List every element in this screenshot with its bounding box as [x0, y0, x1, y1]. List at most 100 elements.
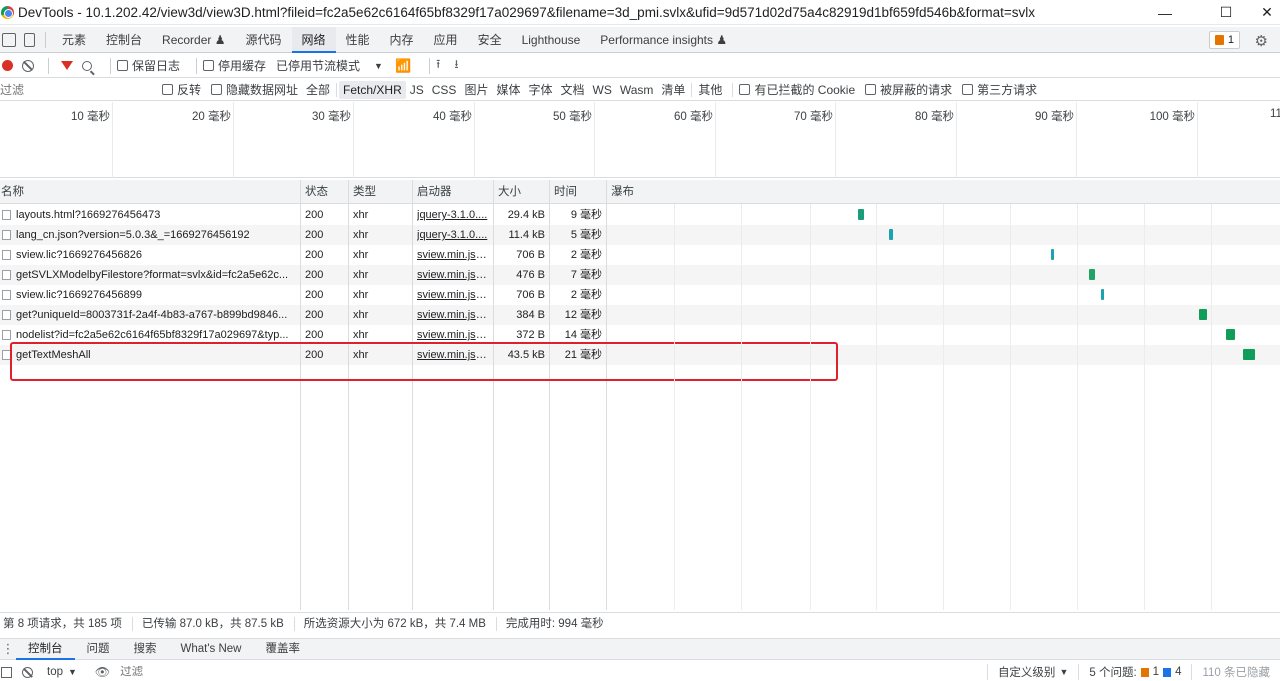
blocked-requests-checkbox[interactable]: 被屏蔽的请求 [865, 81, 952, 98]
column-header-waterfall[interactable]: 瀑布 [607, 180, 707, 204]
table-row[interactable]: lang_cn.json?version=5.0.3&_=16692764561… [0, 225, 1280, 245]
type-filter-6[interactable]: 字体 [524, 81, 556, 99]
column-header-type[interactable]: 类型 [349, 180, 411, 204]
tab-9[interactable]: Lighthouse [512, 27, 591, 53]
table-row[interactable]: sview.lic?1669276456899 200 xhr sview.min.j… [0, 285, 1280, 305]
timeline-tick-label: 100 毫秒 [1149, 111, 1195, 123]
search-icon[interactable] [82, 60, 92, 71]
gear-icon[interactable]: ⚙ [1255, 32, 1268, 50]
type-filter-9[interactable]: Wasm [616, 81, 658, 99]
checkbox-box[interactable] [162, 84, 173, 95]
log-levels-select[interactable]: 自定义级别 ▼ [986, 664, 1078, 680]
drawer-tab-3[interactable]: What's New [169, 638, 254, 660]
type-filter-2[interactable]: JS [406, 81, 428, 99]
clear-icon[interactable] [22, 59, 34, 72]
clear-console-icon[interactable] [22, 666, 33, 678]
type-filter-7[interactable]: 文档 [556, 81, 588, 99]
request-initiator[interactable]: sview.min.js?... [417, 265, 490, 285]
checkbox-box[interactable] [203, 60, 215, 71]
tab-3[interactable]: 源代码 [235, 27, 291, 53]
tab-5[interactable]: 性能 [336, 27, 380, 53]
timeline-overview[interactable]: 10 毫秒 20 毫秒 30 毫秒 40 毫秒 50 毫秒 60 毫秒 70 毫秒 80 毫秒… [0, 102, 1280, 178]
filter-icon[interactable] [61, 61, 73, 70]
request-initiator[interactable]: jquery-3.1.0.... [417, 205, 490, 225]
divider [45, 31, 46, 48]
column-header-name[interactable]: 名称 [0, 180, 300, 204]
checkbox-box[interactable] [739, 84, 751, 95]
third-party-checkbox[interactable]: 第三方请求 [962, 81, 1037, 98]
request-initiator[interactable]: sview.min.js?... [417, 285, 490, 305]
more-tools-icon[interactable]: ⋮ [0, 641, 16, 657]
hide-data-urls-checkbox[interactable]: 隐藏数据网址 [211, 81, 298, 98]
issues-badge[interactable]: 1 [1208, 31, 1240, 49]
throttle-select[interactable]: 已停用节流模式 ▼ [276, 57, 383, 74]
drawer-tab-2[interactable]: 搜索 [122, 638, 169, 660]
network-conditions-icon[interactable]: 📶 [395, 58, 411, 74]
table-row[interactable]: getSVLXModelbyFilestore?format=svlx&id=f… [0, 265, 1280, 285]
type-filter-1[interactable]: Fetch/XHR [339, 80, 406, 99]
drawer-tab-0[interactable]: 控制台 [16, 638, 75, 660]
type-filter-10[interactable]: 清单 [657, 81, 689, 99]
drawer-tab-4[interactable]: 覆盖率 [254, 638, 313, 660]
tab-1[interactable]: 控制台 [96, 27, 152, 53]
tab-2[interactable]: Recorder ♟ [152, 27, 235, 53]
type-filter-5[interactable]: 媒体 [492, 81, 524, 99]
device-toolbar-icon[interactable] [24, 32, 35, 47]
request-initiator[interactable]: sview.min.js?... [417, 305, 490, 325]
request-type: xhr [353, 289, 369, 301]
column-header-status[interactable]: 状态 [301, 180, 348, 204]
column-header-size[interactable]: 大小 [494, 180, 548, 204]
tab-6[interactable]: 内存 [380, 27, 424, 53]
inspect-element-icon[interactable] [2, 32, 16, 47]
request-initiator[interactable]: jquery-3.1.0.... [417, 225, 490, 245]
type-filter-0[interactable]: 全部 [302, 81, 334, 99]
checkbox-box[interactable] [962, 84, 974, 95]
sidebar-toggle-icon[interactable] [1, 666, 12, 678]
tab-4[interactable]: 网络 [291, 26, 336, 53]
context-select[interactable]: top ▼ [37, 666, 77, 678]
table-row[interactable]: get?uniqueId=8003731f-2a4f-4b83-a767-b89… [0, 305, 1280, 325]
blocked-cookies-checkbox[interactable]: 有已拦截的 Cookie [739, 81, 855, 98]
disable-cache-checkbox[interactable]: 停用缓存 [203, 57, 266, 74]
console-issues-button[interactable]: 5 个问题: 1 4 [1078, 664, 1191, 680]
request-size: 384 B [516, 309, 545, 321]
request-type-icon [2, 310, 11, 320]
tab-7[interactable]: 应用 [424, 27, 468, 53]
chevron-down-icon: ▼ [1059, 667, 1069, 677]
checkbox-box[interactable] [865, 84, 877, 95]
record-button[interactable] [2, 60, 13, 71]
minimize-button[interactable]: — [1142, 0, 1188, 25]
request-type: xhr [353, 269, 369, 281]
import-har-icon[interactable]: ⭱ [436, 55, 440, 76]
tab-8[interactable]: 安全 [468, 27, 512, 53]
request-status: 200 [305, 209, 324, 221]
table-row[interactable]: layouts.html?1669276456473 200 xhr jquery-3… [0, 205, 1280, 225]
filter-input[interactable] [0, 79, 152, 100]
column-header-initiator[interactable]: 启动器 [413, 180, 492, 204]
close-button[interactable]: ✕ [1244, 0, 1280, 25]
type-filter-3[interactable]: CSS [428, 81, 461, 99]
timeline-tick [835, 102, 836, 178]
type-filter-8[interactable]: WS [589, 81, 616, 99]
preserve-log-checkbox[interactable]: 保留日志 [117, 57, 180, 74]
waterfall-bar [858, 209, 864, 220]
table-row[interactable]: sview.lic?1669276456826 200 xhr sview.min.j… [0, 245, 1280, 265]
waterfall-bar [1243, 349, 1255, 360]
export-har-icon[interactable]: ⭳ [454, 55, 458, 76]
throttle-value: 已停用节流模式 [276, 59, 361, 73]
eye-icon[interactable]: 👁 [95, 665, 110, 679]
chevron-down-icon: ▼ [374, 60, 383, 71]
type-filter-4[interactable]: 图片 [460, 81, 492, 99]
invert-checkbox[interactable]: 反转 [162, 81, 201, 98]
drawer-tab-1[interactable]: 问题 [75, 638, 122, 660]
tab-0[interactable]: 元素 [52, 27, 96, 53]
console-filter-input[interactable] [120, 666, 321, 678]
checkbox-box[interactable] [211, 84, 223, 95]
timeline-tick-label: 90 毫秒 [1035, 111, 1074, 123]
tab-10[interactable]: Performance insights ♟ [590, 27, 737, 53]
checkbox-box[interactable] [117, 60, 128, 71]
maximize-button[interactable]: ☐ [1203, 0, 1249, 25]
column-header-time[interactable]: 时间 [550, 180, 605, 204]
request-initiator[interactable]: sview.min.js?... [417, 245, 490, 265]
type-filter-11[interactable]: 其他 [694, 81, 726, 99]
